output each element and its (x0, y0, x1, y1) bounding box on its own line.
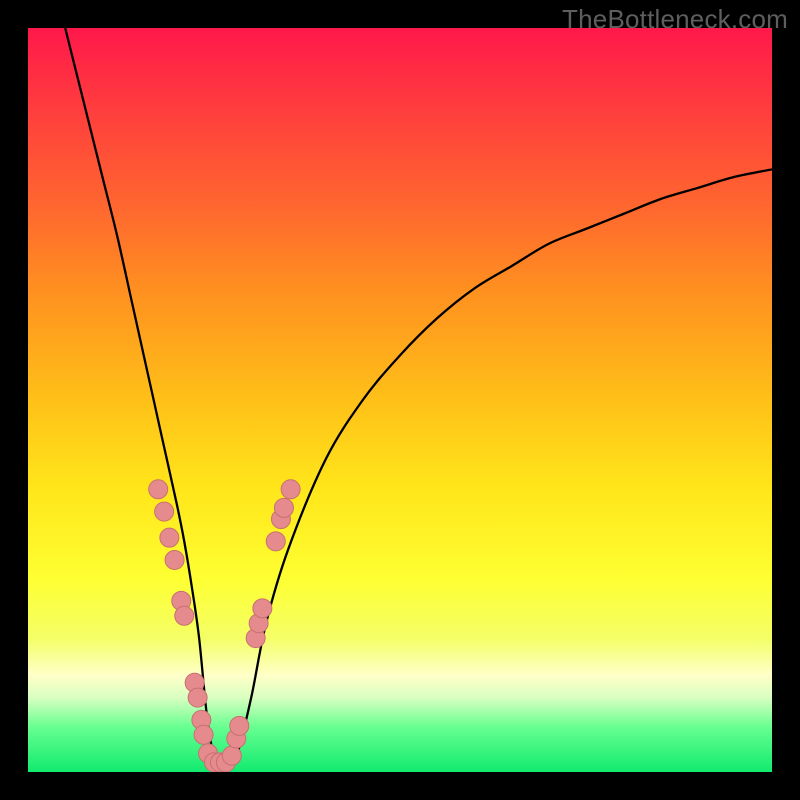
highlight-dot (266, 532, 285, 551)
highlight-dot (194, 725, 213, 744)
highlight-dots (149, 480, 300, 772)
plot-area (28, 28, 772, 772)
highlight-dot (149, 480, 168, 499)
highlight-dot (155, 502, 174, 521)
highlight-dot (281, 480, 300, 499)
chart-frame: TheBottleneck.com (0, 0, 800, 800)
highlight-dot (165, 550, 184, 569)
highlight-dot (253, 599, 272, 618)
highlight-dot (274, 498, 293, 517)
watermark-text: TheBottleneck.com (562, 4, 788, 35)
highlight-dot (175, 606, 194, 625)
chart-svg (28, 28, 772, 772)
highlight-dot (160, 528, 179, 547)
highlight-dot (188, 688, 207, 707)
highlight-dot (230, 716, 249, 735)
bottleneck-curve (65, 28, 772, 765)
highlight-dot (222, 746, 241, 765)
